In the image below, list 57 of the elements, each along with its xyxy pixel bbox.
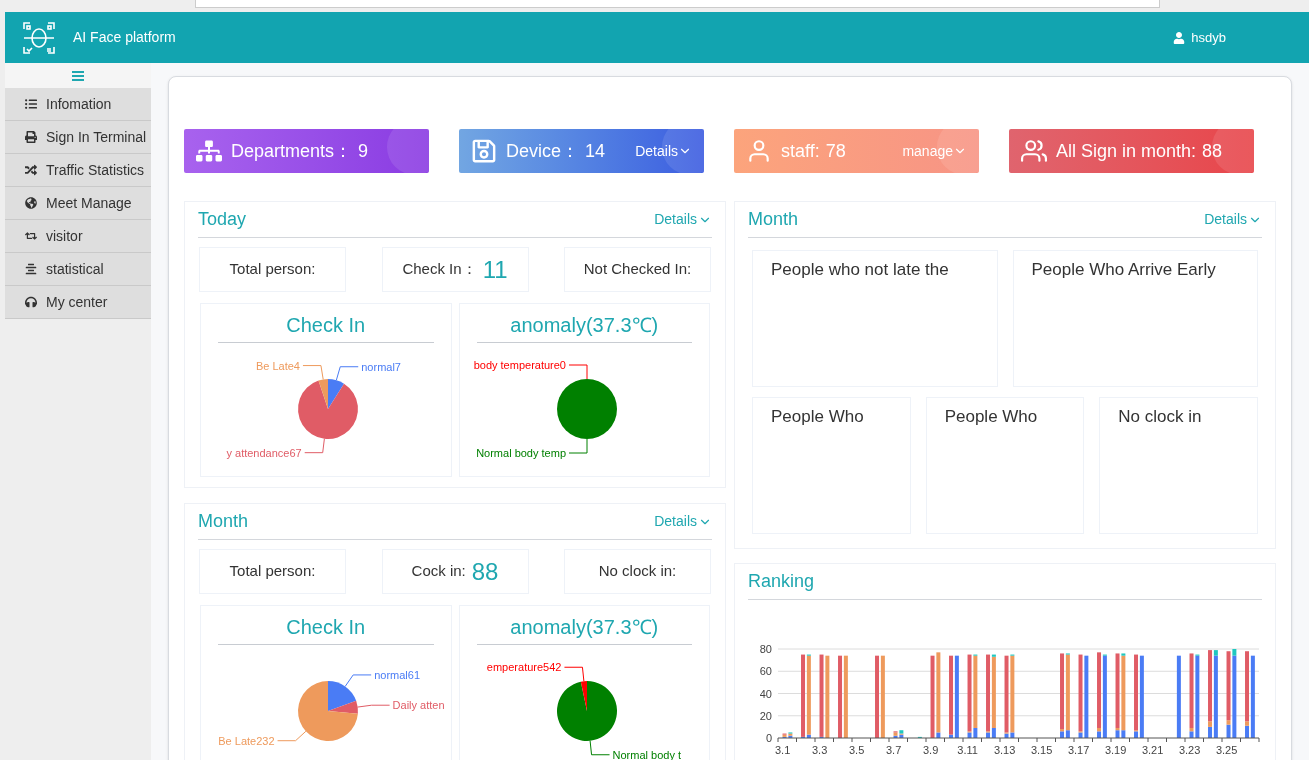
panel-title: Ranking: [748, 570, 815, 593]
card-title: No clock in: [1118, 407, 1202, 426]
card-title: People Who Arrive Early: [1031, 260, 1216, 279]
count-label: Total person:: [229, 259, 316, 280]
axis-label: 3.7: [886, 744, 902, 756]
count-label: No clock in:: [598, 561, 677, 582]
chart-title: Check In: [286, 615, 366, 640]
count-label: Check In：: [402, 259, 477, 280]
count-value: 11: [482, 254, 508, 285]
stat-label: Departments：: [231, 139, 353, 163]
axis-label: 80: [759, 643, 772, 655]
count-value: 88: [471, 556, 499, 587]
slice-label: body temperature0: [473, 359, 566, 371]
slice-label: y attendance67: [226, 446, 302, 459]
count-label: Cock in:: [411, 561, 466, 582]
card-title: People Who: [944, 407, 1038, 426]
stat-value: 9: [358, 139, 369, 163]
chart-title: anomaly(37.3℃): [510, 313, 659, 338]
slice-label: Be Late4: [255, 359, 300, 372]
slice-label: emperature542: [486, 661, 561, 674]
axis-label: 60: [759, 665, 772, 678]
axis-label: 3.11: [957, 744, 978, 756]
panel-title: Today: [198, 208, 247, 231]
axis-label: 20: [759, 709, 772, 722]
panel-title: Month: [748, 208, 799, 231]
stat-label: All Sign in month:: [1056, 139, 1197, 163]
count-label: Total person:: [229, 561, 316, 582]
slice-label: normal61: [374, 668, 421, 681]
axis-label: 3.23: [1178, 744, 1201, 756]
axis-label: 3.15: [1030, 744, 1053, 756]
stat-value: 14: [585, 139, 606, 163]
chart-title: anomaly(37.3℃): [510, 615, 659, 640]
axis-label: 3.13: [993, 744, 1016, 756]
count-label: Not Checked In:: [583, 259, 692, 280]
card-title: People who not late the: [771, 260, 949, 279]
axis-label: 3.25: [1215, 744, 1238, 756]
stat-value: 88: [1202, 139, 1223, 163]
slice-label: normal7: [361, 360, 401, 373]
axis-label: 40: [759, 687, 772, 700]
chart-title: Check In: [286, 313, 366, 338]
stat-label: Device：: [506, 139, 580, 163]
axis-label: 0: [765, 732, 772, 744]
stat-value: 78: [825, 139, 846, 163]
slice-label: Be Late232: [218, 734, 275, 747]
stat-label: staff:: [781, 139, 820, 163]
slice-label: Daily atten: [392, 699, 445, 712]
axis-label: 3.17: [1067, 744, 1090, 756]
axis-label: 3.9: [923, 744, 939, 756]
card-title: People Who: [771, 407, 864, 426]
axis-label: 3.5: [849, 744, 865, 756]
slice-label: Normal body temp: [475, 447, 566, 459]
axis-label: 3.21: [1141, 744, 1164, 756]
axis-label: 3.3: [812, 744, 828, 756]
axis-label: 3.1: [775, 744, 791, 756]
axis-label: 3.19: [1104, 744, 1127, 756]
panel-title: Month: [198, 510, 249, 533]
app-title: AI Face platform: [73, 28, 176, 47]
